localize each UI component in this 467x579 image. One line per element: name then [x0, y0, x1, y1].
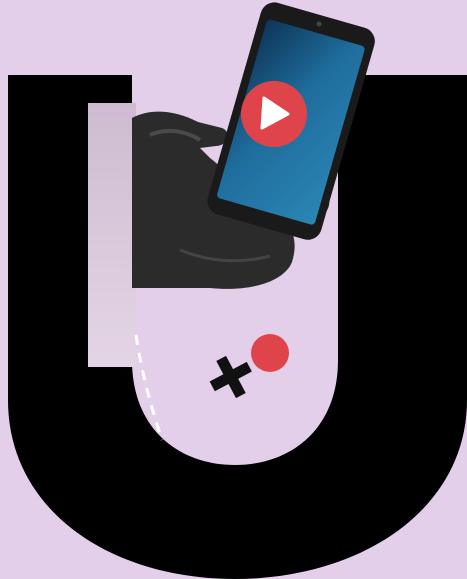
- play-button[interactable]: [241, 81, 307, 147]
- illustration-canvas: [0, 0, 467, 579]
- red-dot: [251, 334, 289, 372]
- texture-panel: [88, 103, 136, 367]
- illustration-svg: [0, 0, 467, 579]
